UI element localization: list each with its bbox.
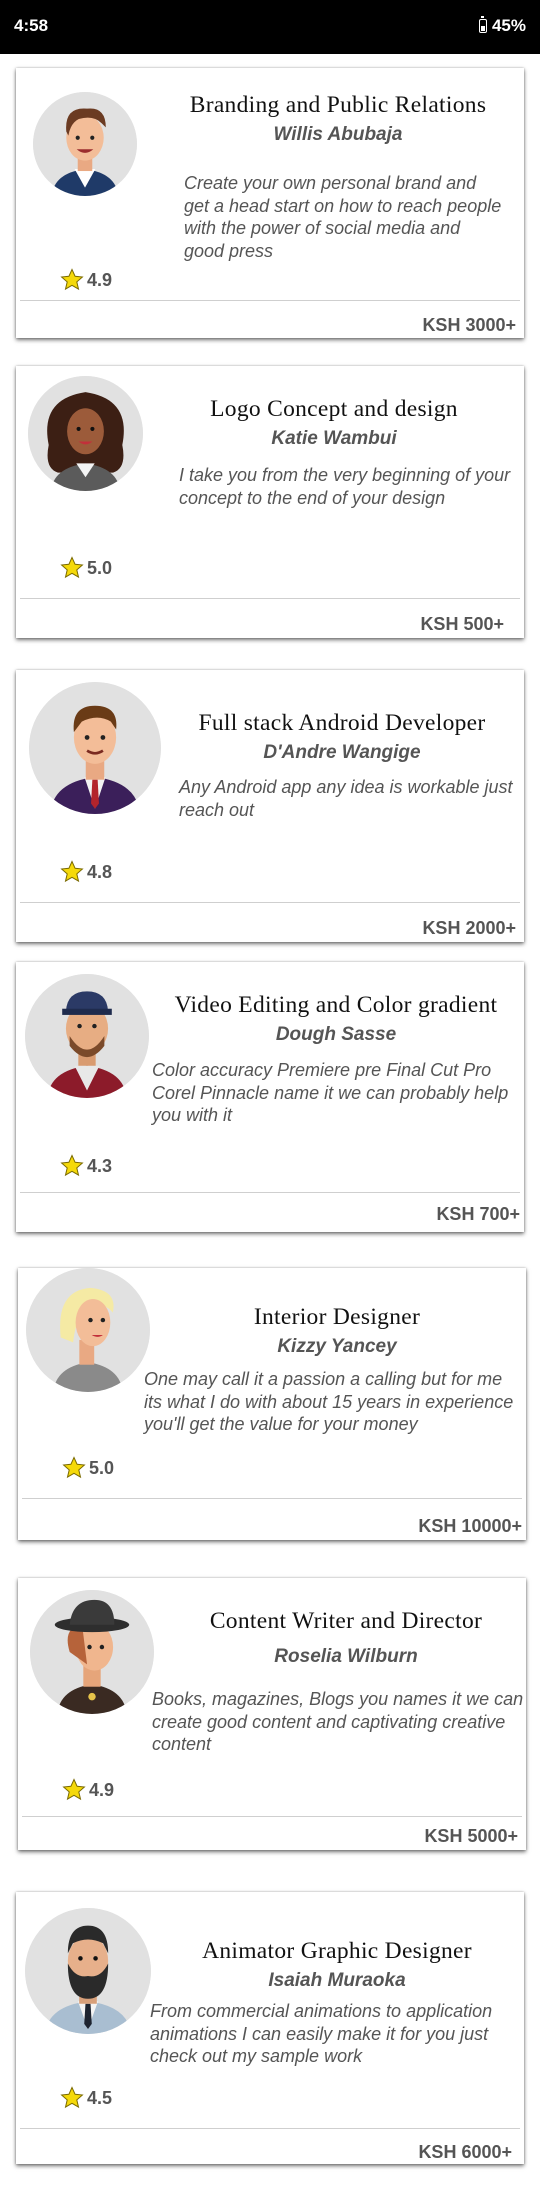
battery-indicator: 45%: [478, 16, 526, 36]
star-icon: [60, 268, 84, 292]
service-card[interactable]: Video Editing and Color gradient Dough S…: [16, 962, 524, 1232]
star-icon: [62, 1778, 86, 1802]
service-price: KSH 3000+: [422, 315, 516, 335]
woman-curly-hair-avatar-icon: [28, 376, 143, 491]
service-price: KSH 10000+: [418, 1516, 522, 1536]
service-description: Color accuracy Premiere pre Final Cut Pr…: [152, 1060, 509, 1125]
service-title: Content Writer and Director: [209, 1608, 483, 1634]
divider: [20, 1192, 520, 1193]
service-title: Interior Designer: [253, 1304, 421, 1330]
divider: [20, 902, 520, 903]
star-icon: [60, 1154, 84, 1178]
rating-value: 5.0: [87, 557, 113, 578]
star-icon: [60, 556, 84, 580]
service-description: One may call it a passion a calling but …: [144, 1369, 514, 1434]
service-card[interactable]: Content Writer and Director Roselia Wilb…: [18, 1578, 526, 1850]
star-icon: [60, 860, 84, 884]
rating: 4.9: [60, 268, 112, 292]
service-author: Dough Sasse: [275, 1024, 397, 1045]
rating: 5.0: [62, 1456, 114, 1480]
rating-value: 4.8: [87, 861, 113, 882]
rating-value: 5.0: [89, 1457, 115, 1478]
divider: [22, 1816, 522, 1817]
service-title: Animator Graphic Designer: [202, 1938, 472, 1964]
status-time: 4:58: [14, 16, 49, 35]
man-suit-tie-avatar-icon: [29, 682, 161, 814]
service-price: KSH 500+: [420, 614, 504, 634]
rating: 4.3: [60, 1154, 112, 1178]
rating-value: 4.5: [87, 2087, 113, 2108]
battery-level: 45%: [491, 16, 526, 35]
service-author: Roselia Wilburn: [274, 1646, 418, 1667]
service-title: Video Editing and Color gradient: [174, 992, 498, 1018]
service-title: Logo Concept and design: [210, 396, 458, 422]
service-description: Books, magazines, Blogs you names it we …: [152, 1689, 524, 1754]
service-card[interactable]: Logo Concept and design Katie Wambui I t…: [16, 366, 524, 638]
service-description: Create your own personal brand and get a…: [184, 173, 502, 261]
service-card[interactable]: Full stack Android Developer D'Andre Wan…: [16, 670, 524, 942]
service-author: D'Andre Wangige: [263, 742, 421, 763]
service-author: Katie Wambui: [271, 428, 397, 449]
service-author: Willis Abubaja: [273, 124, 403, 145]
service-author: Kizzy Yancey: [277, 1336, 397, 1357]
divider: [22, 1498, 522, 1499]
divider: [20, 598, 520, 599]
rating-value: 4.9: [89, 1779, 115, 1800]
rating: 4.5: [60, 2086, 112, 2110]
status-bar: 4:58 45%: [0, 0, 540, 54]
battery-icon: [478, 16, 487, 33]
service-price: KSH 700+: [436, 1204, 520, 1224]
star-icon: [62, 1456, 86, 1480]
rating: 4.9: [62, 1778, 114, 1802]
man-beard-glasses-avatar-icon: [25, 1908, 151, 2034]
service-price: KSH 5000+: [424, 1826, 518, 1846]
divider: [20, 300, 520, 301]
service-description: From commercial animations to applicatio…: [150, 2001, 493, 2066]
service-title: Full stack Android Developer: [198, 710, 486, 736]
rating-value: 4.9: [87, 269, 113, 290]
service-card[interactable]: Animator Graphic Designer Isaiah Muraoka…: [16, 1892, 524, 2164]
service-author: Isaiah Muraoka: [268, 1970, 406, 1991]
star-icon: [60, 2086, 84, 2110]
service-title: Branding and Public Relations: [189, 92, 487, 118]
man-brown-quiff-avatar-icon: [33, 92, 137, 196]
woman-hat-avatar-icon: [30, 1590, 154, 1714]
service-price: KSH 6000+: [418, 2142, 512, 2162]
rating: 5.0: [60, 556, 112, 580]
rating: 4.8: [60, 860, 112, 884]
service-price: KSH 2000+: [422, 918, 516, 938]
woman-blonde-avatar-icon: [26, 1268, 150, 1392]
man-cap-beard-avatar-icon: [25, 974, 149, 1098]
service-description: I take you from the very beginning of yo…: [179, 465, 511, 508]
service-card[interactable]: Interior Designer Kizzy Yancey One may c…: [18, 1268, 526, 1540]
service-card[interactable]: Branding and Public Relations Willis Abu…: [16, 68, 524, 338]
rating-value: 4.3: [87, 1155, 113, 1176]
service-description: Any Android app any idea is workable jus…: [179, 777, 513, 820]
divider: [20, 2128, 520, 2129]
